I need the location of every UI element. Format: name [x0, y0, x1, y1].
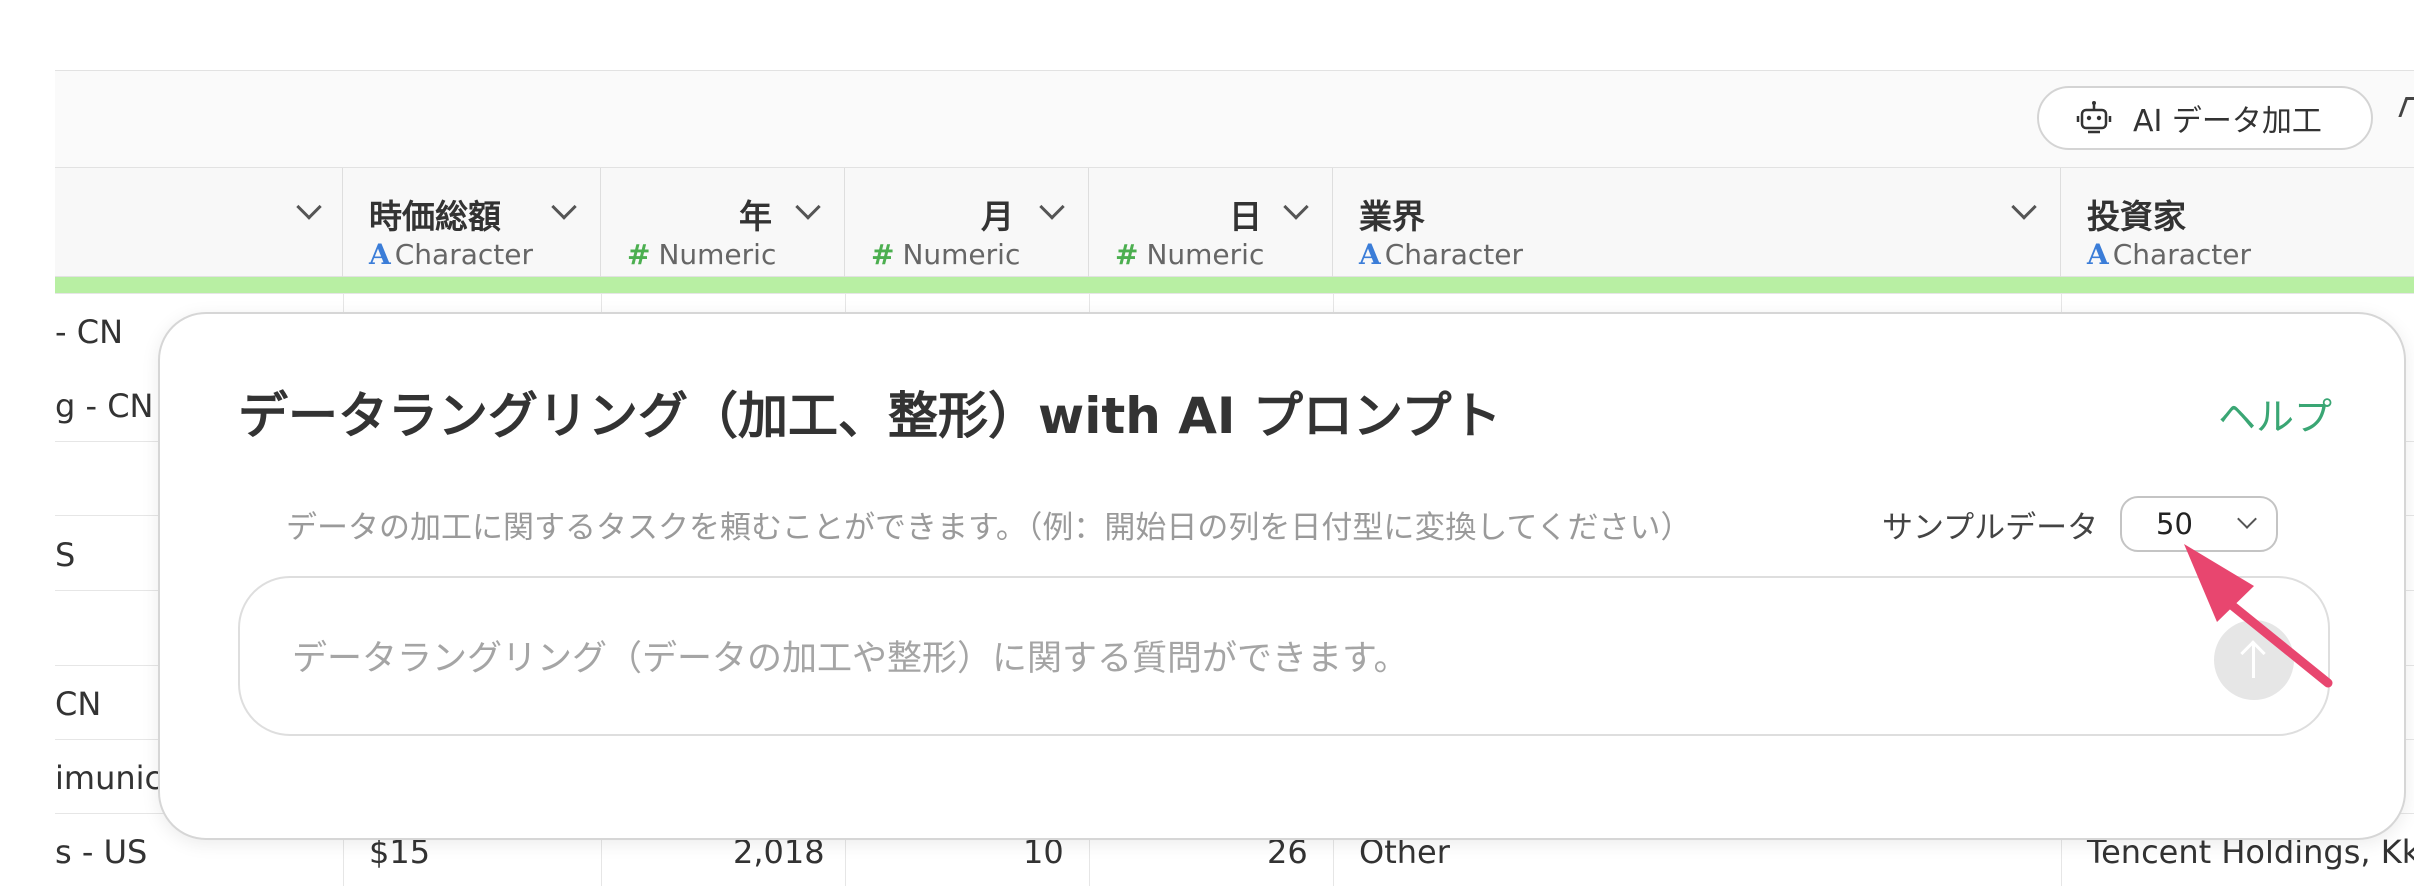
table-cell: - CN [55, 313, 123, 351]
chevron-down-icon[interactable] [2011, 194, 2037, 220]
chevron-down-icon[interactable] [795, 194, 821, 220]
column-header-market-cap[interactable]: 時価総額 A Character [343, 168, 601, 277]
column-header-investor[interactable]: 投資家 A Character [2061, 168, 2414, 277]
chevron-down-icon[interactable] [1283, 194, 1309, 220]
table-cell: g - CN [55, 387, 154, 425]
column-type-label: Numeric [902, 238, 1021, 271]
table-cell: s - US [55, 833, 148, 871]
column-type-label: Numeric [1146, 238, 1265, 271]
column-type: # Numeric [627, 238, 776, 271]
column-type: A Character [1359, 238, 1523, 271]
chevron-down-icon[interactable] [1039, 194, 1065, 220]
table-cell: CN [55, 685, 102, 723]
column-name: 日 [1229, 197, 1262, 236]
column-type: A Character [2087, 238, 2251, 271]
column-type-label: Character [2112, 238, 2251, 271]
column-name: 投資家 [2087, 197, 2186, 236]
column-header-month[interactable]: 月 # Numeric [845, 168, 1089, 277]
column-type-label: Character [394, 238, 533, 271]
column-name: 業界 [1359, 197, 1425, 236]
sample-data-value: 50 [2156, 507, 2193, 541]
row-divider [55, 293, 2414, 294]
column-type-label: Character [1384, 238, 1523, 271]
chevron-down-icon[interactable] [551, 194, 577, 220]
column-header-year[interactable]: 年 # Numeric [601, 168, 845, 277]
prompt-hint: データの加工に関するタスクを頼むことができます。（例：開始日の列を日付型に変換し… [286, 510, 1692, 546]
chevron-down-icon[interactable] [296, 194, 322, 220]
dialog-title: データラングリング（加工、整形）with AI プロンプト [238, 387, 1502, 445]
numeric-type-icon: # [627, 238, 651, 271]
column-header-0[interactable] [55, 168, 343, 277]
character-type-icon: A [369, 238, 391, 271]
column-quality-bar [55, 277, 2414, 293]
send-button[interactable] [2214, 620, 2294, 700]
character-type-icon: A [2087, 238, 2109, 271]
column-header-day[interactable]: 日 # Numeric [1089, 168, 1333, 277]
left-gutter [0, 0, 55, 886]
sample-data-select[interactable]: 50 [2120, 496, 2278, 552]
table-cell: S [55, 536, 76, 574]
help-link[interactable]: ヘルプ [2218, 386, 2332, 441]
column-name: 年 [739, 197, 772, 236]
column-type-label: Numeric [658, 238, 777, 271]
sample-data-label: サンプルデータ [1882, 510, 2099, 546]
column-name: 時価総額 [369, 197, 501, 236]
prompt-placeholder: データラングリング（データの加工や整形）に関する質問ができます。 [292, 639, 1409, 679]
numeric-type-icon: # [1115, 238, 1139, 271]
column-name: 月 [981, 197, 1014, 236]
ai-prompt-dialog: データラングリング（加工、整形）with AI プロンプト ヘルプ データの加工… [158, 312, 2406, 840]
prompt-input[interactable]: データラングリング（データの加工や整形）に関する質問ができます。 [238, 576, 2330, 736]
ai-data-processing-button[interactable]: AI データ加工 [2037, 86, 2373, 150]
column-type: # Numeric [871, 238, 1020, 271]
character-type-icon: A [1359, 238, 1381, 271]
numeric-type-icon: # [871, 238, 895, 271]
column-header-industry[interactable]: 業界 A Character [1333, 168, 2061, 277]
robot-icon [2076, 101, 2112, 134]
arrow-up-icon-head [2240, 640, 2266, 666]
column-type: # Numeric [1115, 238, 1264, 271]
column-type: A Character [369, 238, 533, 271]
chevron-down-icon [2237, 509, 2257, 529]
ai-button-label: AI データ加工 [2133, 104, 2322, 139]
